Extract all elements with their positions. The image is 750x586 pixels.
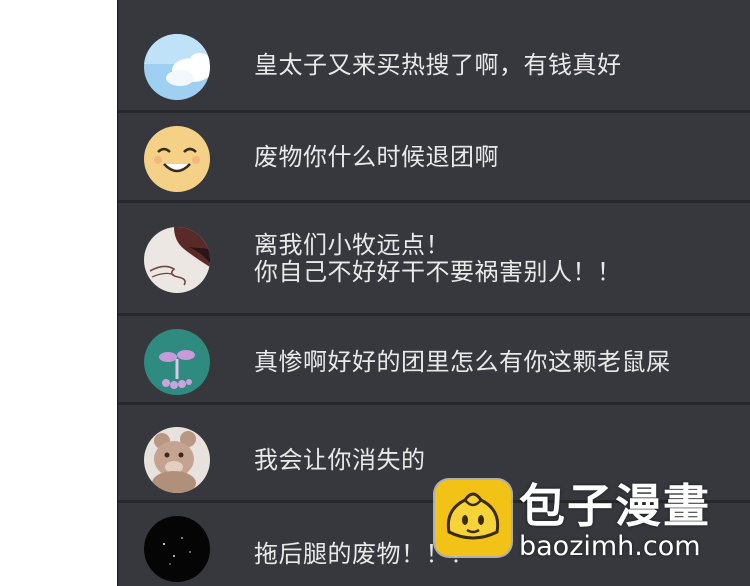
watermark: 包子漫畫 baozimh.com [435,480,725,570]
comment-row[interactable]: 皇太子又来买热搜了啊，有钱真好 [118,0,750,110]
bun-logo-icon [435,480,511,556]
comment-text: 废物你什么时候退团啊 [254,143,499,171]
sky-cloud-avatar-icon[interactable] [144,34,210,100]
comment-text: 皇太子又来买热搜了啊，有钱真好 [254,51,622,79]
comment-text-line1: 离我们小牧远点！ [254,231,450,259]
left-page-margin [0,0,117,586]
sprout-plant-avatar-icon[interactable] [144,329,210,395]
comment-row[interactable]: 废物你什么时候退团啊 [118,113,750,200]
abstract-drawing-avatar-icon[interactable] [144,227,210,293]
starry-night-avatar-icon[interactable] [144,516,210,582]
smiley-face-avatar-icon[interactable] [144,126,210,192]
watermark-title: 包子漫畫 [519,479,711,533]
comment-row[interactable]: 离我们小牧远点！ 你自己不好好干不要祸害别人！！ [118,203,750,313]
comment-text-line2: 你自己不好好干不要祸害别人！！ [254,258,622,286]
comment-text: 我会让你消失的 [254,446,426,474]
watermark-url: baozimh.com [519,531,701,562]
comment-text: 真惨啊好好的团里怎么有你这颗老鼠屎 [254,348,671,376]
teddy-bear-avatar-icon[interactable] [144,427,210,493]
comment-row[interactable]: 真惨啊好好的团里怎么有你这颗老鼠屎 [118,316,750,402]
